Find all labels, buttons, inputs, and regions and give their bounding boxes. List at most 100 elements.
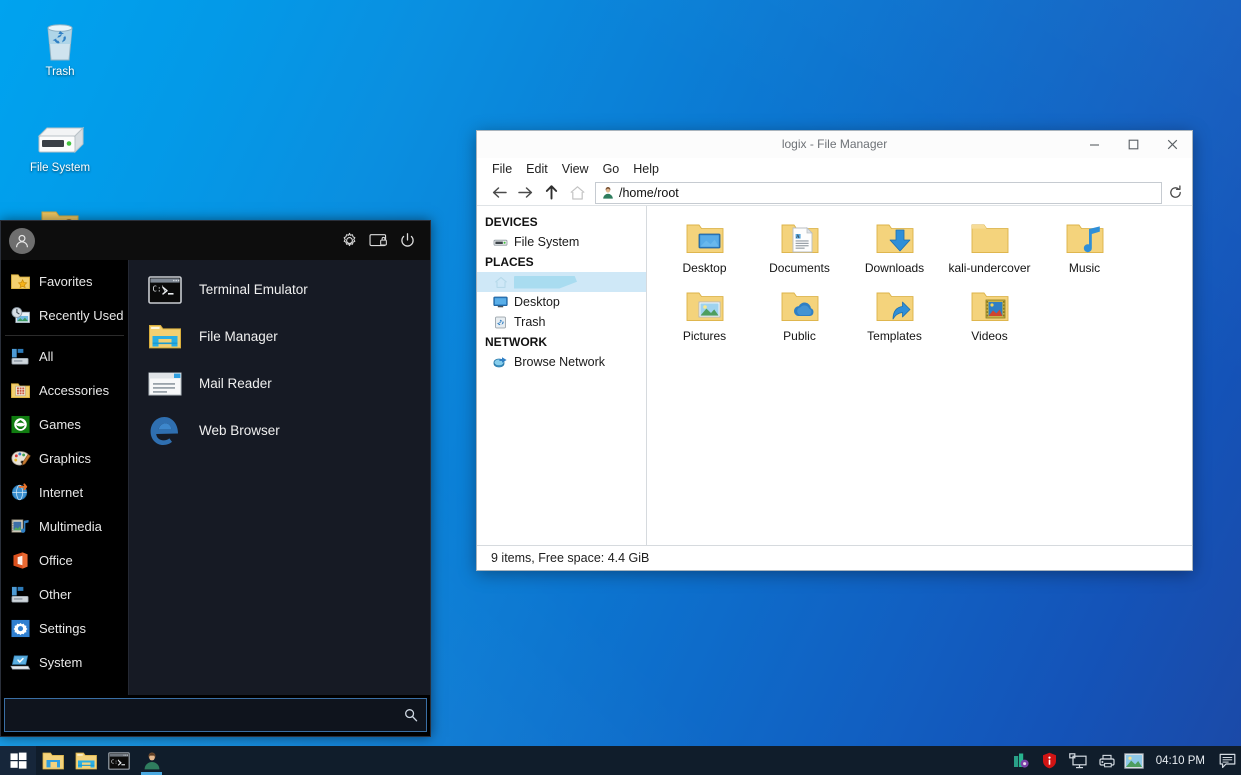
start-menu-categories[interactable]: Favorites Recently Used: [1, 260, 128, 695]
start-menu-header: [1, 221, 430, 260]
file-item[interactable]: Pictures: [657, 284, 752, 352]
menu-help[interactable]: Help: [626, 160, 666, 178]
taskbar-user-icon[interactable]: [135, 746, 168, 775]
file-item[interactable]: Downloads: [847, 216, 942, 284]
sidebar-header-places: PLACES: [477, 252, 646, 272]
svg-text:A: A: [796, 235, 800, 240]
desktop-icon-label: File System: [14, 161, 106, 175]
category-office[interactable]: Office: [1, 543, 128, 577]
file-name: Pictures: [681, 329, 728, 343]
graphics-icon: [9, 447, 31, 469]
category-internet[interactable]: Internet: [1, 475, 128, 509]
window-titlebar[interactable]: logix - File Manager: [477, 131, 1192, 158]
lock-screen-icon[interactable]: [365, 228, 391, 254]
taskbar-folder-blue-icon[interactable]: [36, 746, 69, 775]
menu-edit[interactable]: Edit: [519, 160, 555, 178]
close-button[interactable]: [1153, 131, 1192, 158]
all-applications-icon: [9, 345, 31, 367]
start-menu[interactable]: Favorites Recently Used: [0, 220, 431, 737]
file-item[interactable]: Music: [1037, 216, 1132, 284]
path-entry[interactable]: /home/root: [595, 182, 1162, 204]
app-terminal-emulator[interactable]: C:\ Terminal Emulator: [129, 266, 430, 313]
sidebar-item-trash[interactable]: Trash: [477, 312, 646, 332]
office-icon: [9, 549, 31, 571]
category-favorites[interactable]: Favorites: [1, 264, 128, 298]
sidebar-item-label: Trash: [514, 315, 546, 329]
security-shield-icon[interactable]: [1036, 746, 1064, 775]
category-label: Recently Used: [39, 308, 124, 323]
printer-icon[interactable]: [1092, 746, 1120, 775]
home-icon: [493, 275, 508, 290]
path-text: /home/root: [619, 186, 679, 200]
clock[interactable]: 04:10 PM: [1148, 755, 1213, 767]
menu-file[interactable]: File: [485, 160, 519, 178]
minimize-button[interactable]: [1075, 131, 1114, 158]
sidebar-item-label: Desktop: [514, 295, 560, 309]
taskbar-terminal-icon[interactable]: C:\: [102, 746, 135, 775]
folder-public-icon: [780, 286, 820, 328]
navigation-toolbar[interactable]: /home/root: [477, 180, 1192, 205]
file-item[interactable]: Videos: [942, 284, 1037, 352]
gear-icon[interactable]: [336, 228, 362, 254]
file-list[interactable]: Desktop A Documents: [647, 206, 1192, 545]
category-multimedia[interactable]: Multimedia: [1, 509, 128, 543]
user-avatar-icon[interactable]: [9, 228, 35, 254]
category-games[interactable]: Games: [1, 407, 128, 441]
category-label: Office: [39, 553, 73, 568]
category-other[interactable]: Other: [1, 577, 128, 611]
sidebar-item-file-system[interactable]: File System: [477, 232, 646, 252]
category-system[interactable]: System: [1, 645, 128, 679]
category-label: Games: [39, 417, 81, 432]
sidebar[interactable]: DEVICES File System PLACES: [477, 206, 647, 545]
app-file-manager[interactable]: File Manager: [129, 313, 430, 360]
up-arrow-icon[interactable]: [539, 182, 563, 204]
forward-arrow-icon[interactable]: [513, 182, 537, 204]
windows-start-icon[interactable]: [0, 746, 36, 775]
category-recently-used[interactable]: Recently Used: [1, 298, 128, 332]
category-separator: [5, 335, 124, 336]
file-item[interactable]: Templates: [847, 284, 942, 352]
category-settings[interactable]: Settings: [1, 611, 128, 645]
display-icon[interactable]: [1064, 746, 1092, 775]
taskbar-file-manager-icon[interactable]: [69, 746, 102, 775]
menu-view[interactable]: View: [555, 160, 596, 178]
category-graphics[interactable]: Graphics: [1, 441, 128, 475]
power-icon[interactable]: [394, 228, 420, 254]
mail-icon: [147, 366, 183, 402]
back-arrow-icon[interactable]: [487, 182, 511, 204]
home-icon[interactable]: [565, 182, 589, 204]
file-item[interactable]: kali-undercover: [942, 216, 1037, 284]
menubar[interactable]: File Edit View Go Help: [477, 158, 1192, 180]
image-viewer-icon[interactable]: [1120, 746, 1148, 775]
hard-drive-icon: [14, 110, 106, 158]
category-all[interactable]: All: [1, 339, 128, 373]
file-manager-window[interactable]: logix - File Manager File Edit View Go H…: [476, 130, 1193, 571]
desktop-icon-file-system[interactable]: File System: [14, 110, 106, 175]
start-menu-applications[interactable]: C:\ Terminal Emulator: [128, 260, 430, 695]
app-web-browser[interactable]: Web Browser: [129, 407, 430, 454]
file-item[interactable]: A Documents: [752, 216, 847, 284]
network-manager-icon[interactable]: [1008, 746, 1036, 775]
network-icon: [493, 355, 508, 370]
menu-go[interactable]: Go: [596, 160, 627, 178]
internet-icon: [9, 481, 31, 503]
search-input[interactable]: [13, 708, 404, 723]
category-accessories[interactable]: Accessories: [1, 373, 128, 407]
file-item[interactable]: Public: [752, 284, 847, 352]
taskbar[interactable]: C:\: [0, 746, 1241, 775]
category-label: Internet: [39, 485, 83, 500]
app-label: Mail Reader: [199, 376, 272, 391]
sidebar-item-browse-network[interactable]: Browse Network: [477, 352, 646, 372]
start-menu-search[interactable]: [4, 698, 427, 732]
sidebar-item-desktop[interactable]: Desktop: [477, 292, 646, 312]
maximize-button[interactable]: [1114, 131, 1153, 158]
file-item[interactable]: Desktop: [657, 216, 752, 284]
reload-icon[interactable]: [1164, 182, 1186, 204]
notification-icon[interactable]: [1213, 746, 1241, 775]
desktop-icon-trash[interactable]: Trash: [14, 14, 106, 79]
trash-icon: [14, 14, 106, 62]
sidebar-item-home[interactable]: [477, 272, 646, 292]
app-mail-reader[interactable]: Mail Reader: [129, 360, 430, 407]
file-name: Public: [781, 329, 818, 343]
category-label: Favorites: [39, 274, 92, 289]
